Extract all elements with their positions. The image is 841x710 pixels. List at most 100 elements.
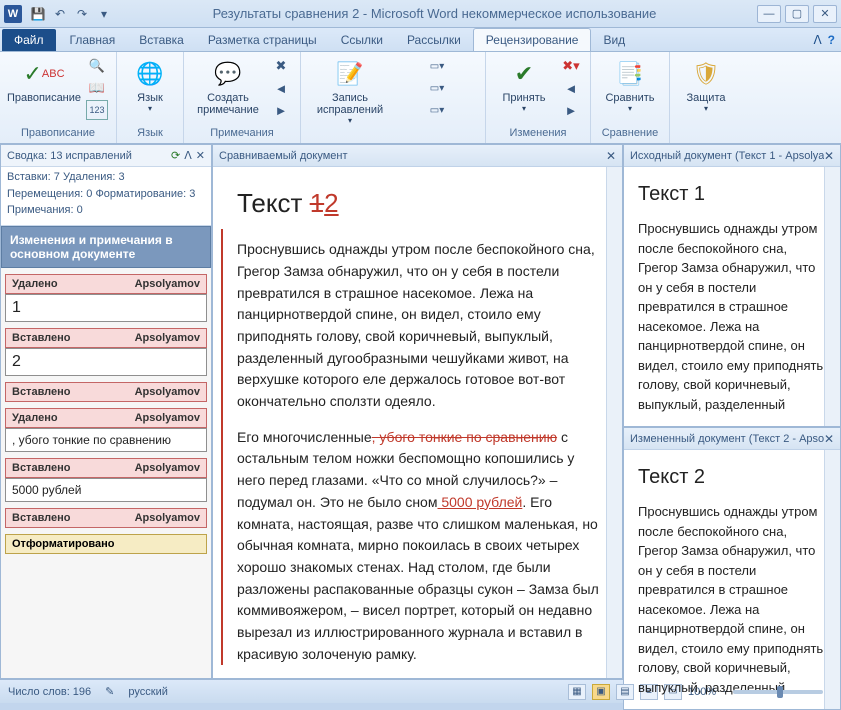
zoom-slider[interactable] — [733, 690, 823, 694]
group-changes-label: Изменения — [510, 127, 567, 141]
compared-header: Сравниваемый документ — [219, 150, 348, 162]
reviewing-pane-icon[interactable]: ▭▾ — [397, 100, 477, 120]
revision-action: Удалено — [12, 278, 58, 290]
tab-layout[interactable]: Разметка страницы — [196, 29, 329, 51]
help-icon[interactable]: ? — [828, 33, 835, 47]
revised-content[interactable]: Текст 2 Проснувшись однажды утром после … — [624, 450, 840, 709]
revision-item[interactable]: Вставлено Apsolyamov — [5, 508, 207, 528]
tab-view[interactable]: Вид — [591, 29, 637, 51]
qat-customize-icon[interactable]: ▾ — [96, 6, 112, 22]
close-source-icon[interactable]: ✕ — [824, 149, 834, 163]
tab-references[interactable]: Ссылки — [329, 29, 395, 51]
source-content[interactable]: Текст 1 Проснувшись однажды утром после … — [624, 167, 840, 426]
source-title: Текст 1 — [638, 179, 826, 209]
track-changes-icon: 📝 — [334, 58, 366, 90]
revised-scrollbar[interactable] — [824, 450, 840, 709]
tab-home[interactable]: Главная — [58, 29, 128, 51]
protect-button[interactable]: 🛡 Защита ▾ — [678, 56, 734, 113]
revision-author: Apsolyamov — [135, 278, 200, 290]
close-revised-icon[interactable]: ✕ — [824, 432, 834, 446]
new-comment-icon: 💬 — [212, 58, 244, 90]
source-document-pane: Исходный документ (Текст 1 - Apsolyar ✕ … — [623, 144, 841, 427]
maximize-button[interactable]: ▢ — [785, 5, 809, 23]
ribbon-tabs: Файл Главная Вставка Разметка страницы С… — [0, 28, 841, 52]
proofing-icon[interactable]: ✎ — [105, 685, 114, 698]
revision-action: Вставлено — [12, 332, 71, 344]
source-body: Проснувшись однажды утром после беспокой… — [638, 219, 826, 414]
revision-body: , убого тонкие по сравнению — [5, 428, 207, 452]
change-bar — [221, 229, 223, 665]
view-fullscreen[interactable]: ▣ — [592, 684, 610, 700]
tab-insert[interactable]: Вставка — [127, 29, 196, 51]
revision-item[interactable]: Удалено Apsolyamov — [5, 408, 207, 428]
source-scrollbar[interactable] — [824, 167, 840, 426]
show-markup-icon[interactable]: ▭▾ — [397, 78, 477, 98]
group-language-label: Язык — [137, 127, 163, 141]
track-changes-button[interactable]: 📝 Запись исправлений ▾ — [309, 56, 391, 125]
prev-comment-icon[interactable]: ◄ — [270, 78, 292, 98]
minimize-button[interactable]: — — [757, 5, 781, 23]
revision-item[interactable]: Вставлено Apsolyamov — [5, 328, 207, 348]
refresh-icon[interactable]: ⟳ — [171, 149, 180, 162]
prev-change-icon[interactable]: ◄ — [560, 78, 582, 98]
compared-content[interactable]: Текст 12 Проснувшись однажды утром после… — [213, 167, 622, 678]
compared-para1: Проснувшись однажды утром после беспокой… — [237, 239, 604, 413]
tab-file[interactable]: Файл — [2, 29, 56, 51]
revision-author: Apsolyamov — [135, 332, 200, 344]
spelling-icon: ✓ABC — [28, 58, 60, 90]
revision-action: Вставлено — [12, 462, 71, 474]
revision-author: Apsolyamov — [135, 386, 200, 398]
revision-body: 5000 рублей — [5, 478, 207, 502]
undo-icon[interactable]: ↶ — [52, 6, 68, 22]
group-tracking-label — [391, 127, 394, 141]
revision-action: Вставлено — [12, 512, 71, 524]
source-header: Исходный документ (Текст 1 - Apsolyar — [630, 150, 824, 162]
changes-header: Изменения и примечания в основном докуме… — [1, 226, 211, 268]
compare-icon: 📑 — [614, 58, 646, 90]
revision-item[interactable]: Вставлено Apsolyamov — [5, 382, 207, 402]
revision-body: 2 — [5, 348, 207, 376]
summary-stats: Вставки: 7 Удаления: 3 Перемещения: 0 Фо… — [1, 167, 211, 226]
revision-action: Вставлено — [12, 386, 71, 398]
next-comment-icon[interactable]: ► — [270, 100, 292, 120]
revision-formatted[interactable]: Отформатировано — [5, 534, 207, 554]
view-print-layout[interactable]: ▦ — [568, 684, 586, 700]
save-icon[interactable]: 💾 — [30, 6, 46, 22]
new-comment-button[interactable]: 💬 Создать примечание — [192, 56, 264, 116]
revision-author: Apsolyamov — [135, 462, 200, 474]
accept-button[interactable]: ✔ Принять ▾ — [494, 56, 554, 113]
revision-body: 1 — [5, 294, 207, 322]
window-title: Результаты сравнения 2 - Microsoft Word … — [112, 6, 757, 21]
display-review-icon[interactable]: ▭▾ — [397, 56, 477, 76]
close-button[interactable]: ✕ — [813, 5, 837, 23]
revised-document-pane: Измененный документ (Текст 2 - Apsol ✕ Т… — [623, 427, 841, 710]
wordcount-icon[interactable]: 123 — [86, 100, 108, 120]
thesaurus-icon[interactable]: 📖 — [86, 78, 108, 98]
word-app-icon: W — [4, 5, 22, 23]
minimize-ribbon-icon[interactable]: ᐱ — [813, 33, 821, 47]
research-icon[interactable]: 🔍 — [86, 56, 108, 76]
redo-icon[interactable]: ↷ — [74, 6, 90, 22]
tab-review[interactable]: Рецензирование — [473, 28, 592, 51]
word-count[interactable]: Число слов: 196 — [8, 686, 91, 698]
delete-comment-icon[interactable]: ✖ — [270, 56, 292, 76]
revision-action: Удалено — [12, 412, 58, 424]
reject-icon[interactable]: ✖▾ — [560, 56, 582, 76]
revision-author: Apsolyamov — [135, 512, 200, 524]
language-button[interactable]: 🌐 Язык ▾ — [125, 56, 175, 113]
close-pane-icon[interactable]: ✕ — [196, 149, 205, 162]
revision-author: Apsolyamov — [135, 412, 200, 424]
revised-body: Проснувшись однажды утром после беспокой… — [638, 502, 826, 697]
compared-document-pane: Сравниваемый документ ✕ Текст 12 Проснув… — [212, 144, 623, 679]
compare-button[interactable]: 📑 Сравнить ▾ — [599, 56, 661, 113]
tab-mailings[interactable]: Рассылки — [395, 29, 473, 51]
close-compared-icon[interactable]: ✕ — [606, 149, 616, 163]
language-status[interactable]: русский — [128, 686, 167, 698]
spelling-button[interactable]: ✓ABC Правописание — [8, 56, 80, 104]
collapse-icon[interactable]: ᐱ — [184, 149, 192, 162]
compared-scrollbar[interactable] — [606, 167, 622, 678]
group-compare-label: Сравнение — [602, 127, 659, 141]
next-change-icon[interactable]: ► — [560, 100, 582, 120]
revision-item[interactable]: Удалено Apsolyamov — [5, 274, 207, 294]
revision-item[interactable]: Вставлено Apsolyamov — [5, 458, 207, 478]
